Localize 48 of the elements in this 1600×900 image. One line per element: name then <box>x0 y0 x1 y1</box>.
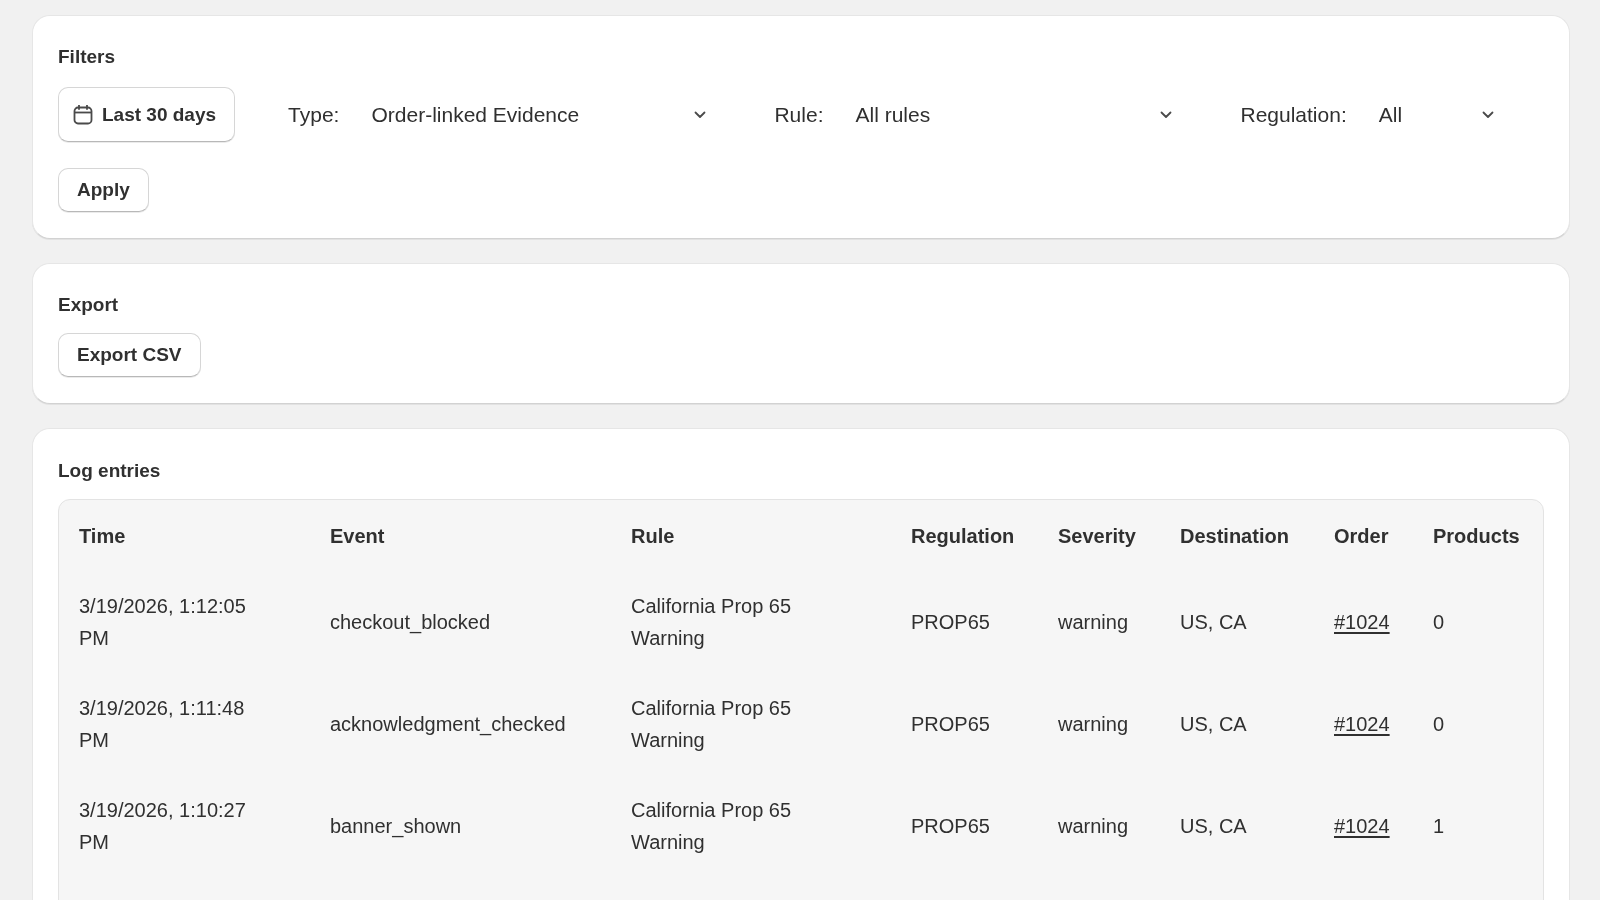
table-cell-text: banner_shown <box>330 814 462 840</box>
table-cell-text: US, CA <box>1180 814 1247 839</box>
apply-button[interactable]: Apply <box>58 168 149 212</box>
table-cell-text: California Prop 65 Warning <box>631 798 793 855</box>
column-header: Order <box>1334 524 1389 549</box>
filter-select[interactable]: All <box>1378 100 1494 129</box>
table-cell-text: PROP65 <box>911 610 990 635</box>
column-header: Products <box>1433 524 1520 549</box>
calendar-icon <box>73 104 93 125</box>
table-cell-text: 0 <box>1433 610 1445 635</box>
table-cell-text: checkout_blocked <box>330 610 491 636</box>
column-header: Event <box>330 524 385 549</box>
table-cell-text: warning <box>1058 814 1129 839</box>
chevron-down-icon <box>1160 110 1173 119</box>
card-title: Export <box>58 293 119 317</box>
table-cell-text: warning <box>1058 712 1129 737</box>
chevron-down-icon <box>1481 110 1494 119</box>
table-cell-text: California Prop 65 Warning <box>631 696 793 753</box>
order-link[interactable]: #1024 <box>1334 606 1390 638</box>
table-cell-text: US, CA <box>1180 610 1247 635</box>
filter-label: Regulation: <box>1240 101 1347 128</box>
filter-label: Rule: <box>774 101 824 128</box>
column-header: Destination <box>1180 524 1289 549</box>
table-cell-text: 3/19/2026, 1:11:48 PM <box>79 696 246 753</box>
export-csv-button[interactable]: Export CSV <box>58 333 201 377</box>
filter-select[interactable]: Order-linked Evidence <box>371 100 707 129</box>
date-range-button[interactable]: Last 30 days <box>58 87 236 142</box>
table-cell-text: PROP65 <box>911 712 990 737</box>
table-cell-text: 1 <box>1433 814 1445 839</box>
order-link[interactable]: #1024 <box>1334 810 1390 842</box>
column-header: Rule <box>631 524 675 549</box>
filter-label: Type: <box>288 101 340 128</box>
column-header: Time <box>79 524 126 549</box>
filter-select[interactable]: All rules <box>855 100 1173 129</box>
order-link[interactable]: #1024 <box>1334 708 1390 740</box>
column-header: Severity <box>1058 524 1136 549</box>
card-title: Log entries <box>58 459 161 483</box>
table-cell-text: 3/19/2026, 1:10:27 PM <box>79 798 247 855</box>
table-cell-text: PROP65 <box>911 814 990 839</box>
card-title: Filters <box>58 45 116 69</box>
chevron-down-icon <box>694 110 707 119</box>
table-cell-text: 0 <box>1433 712 1445 737</box>
table-cell-text: acknowledgment_checked <box>330 712 566 738</box>
table-cell-text: US, CA <box>1180 712 1247 737</box>
column-header: Regulation <box>911 524 1015 549</box>
table-cell-text: 3/19/2026, 1:12:05 PM <box>79 594 247 651</box>
table-cell-text: California Prop 65 Warning <box>631 594 793 651</box>
table-cell-text: warning <box>1058 610 1129 635</box>
